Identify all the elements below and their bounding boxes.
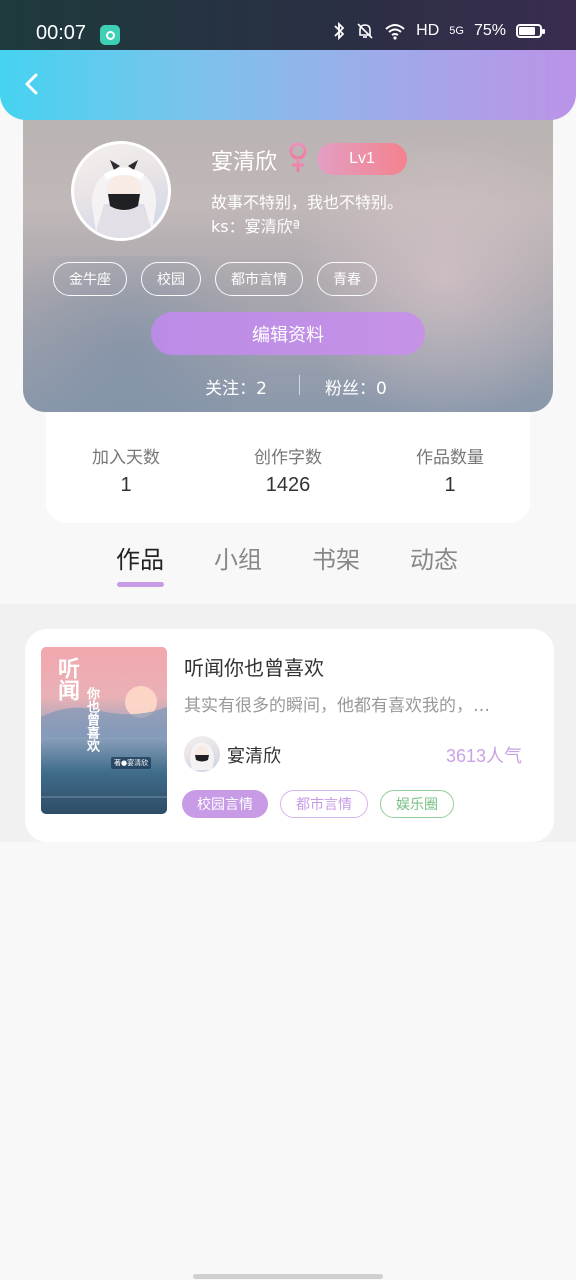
author-avatar-image <box>190 742 214 770</box>
work-tags: 校园言情 都市言情 娱乐圈 <box>182 790 454 818</box>
works-list: 听闻 你也曾喜欢 著●宴清欣 听闻你也曾喜欢 其实有很多的瞬间，他都有喜欢我的，… <box>0 604 576 842</box>
popularity-unit: 人气 <box>486 746 522 767</box>
author-avatar[interactable] <box>184 736 220 772</box>
header-bar <box>0 50 576 120</box>
profile-tag[interactable]: 金牛座 <box>53 262 127 296</box>
stats-card: 加入天数 1 创作字数 1426 作品数量 1 <box>46 405 530 523</box>
stat-works-count: 作品数量 1 <box>370 443 530 497</box>
cover-title-large: 听闻 <box>54 657 79 701</box>
cover-author: 著●宴清欣 <box>111 757 152 769</box>
status-icons: HD 5G 75% <box>332 22 545 40</box>
tab-bookshelf[interactable]: 书架 <box>312 540 360 575</box>
work-tag[interactable]: 娱乐圈 <box>380 790 454 818</box>
profile-tags: 金牛座 校园 都市言情 青春 <box>53 262 377 296</box>
cover-title-small: 你也曾喜欢 <box>84 687 99 752</box>
stat-join-days: 加入天数 1 <box>46 443 206 497</box>
profile-tag[interactable]: 校园 <box>141 262 201 296</box>
mute-icon <box>357 23 373 39</box>
stat-word-count: 创作字数 1426 <box>208 443 368 497</box>
wifi-icon <box>385 24 405 40</box>
work-tag[interactable]: 校园言情 <box>182 790 268 818</box>
signal-strength: 5G <box>449 25 464 37</box>
divider <box>299 375 300 395</box>
bluetooth-icon <box>334 22 345 40</box>
nickname: 宴清欣 <box>211 150 278 175</box>
bio-text: 故事不特别，我也不特别。 <box>211 193 404 212</box>
tab-indicator <box>117 582 164 587</box>
follow-stats: 关注：2 粉丝：0 <box>23 372 553 399</box>
stat-label: 加入天数 <box>92 448 160 468</box>
work-title[interactable]: 听闻你也曾喜欢 <box>184 652 324 681</box>
followers-count[interactable]: 粉丝：0 <box>325 374 387 399</box>
status-time: 00:07 <box>36 22 87 44</box>
level-badge: Lv1 <box>317 143 407 175</box>
following-count[interactable]: 关注：2 <box>205 374 267 399</box>
tab-groups[interactable]: 小组 <box>214 540 262 575</box>
tab-works[interactable]: 作品 <box>116 540 164 575</box>
battery-icon <box>516 24 545 38</box>
network-type: HD <box>416 22 440 39</box>
home-indicator <box>193 1274 383 1279</box>
book-cover[interactable]: 听闻 你也曾喜欢 著●宴清欣 <box>41 647 167 814</box>
tab-bar: 作品 小组 书架 动态 <box>0 538 576 598</box>
profile-tag[interactable]: 青春 <box>317 262 377 296</box>
message-app-icon <box>100 25 120 45</box>
profile-tag[interactable]: 都市言情 <box>215 262 303 296</box>
edit-profile-button[interactable]: 编辑资料 <box>151 312 425 355</box>
author-name[interactable]: 宴清欣 <box>227 742 281 768</box>
work-tag[interactable]: 都市言情 <box>280 790 368 818</box>
profile-card: 宴清欣 Lv1 故事不特别，我也不特别。 ks：宴清欣ª 金牛座 校园 都市言情… <box>23 116 553 412</box>
avatar[interactable] <box>71 141 171 241</box>
female-icon <box>289 142 307 172</box>
stat-value: 1 <box>120 474 132 496</box>
work-card[interactable]: 听闻 你也曾喜欢 著●宴清欣 听闻你也曾喜欢 其实有很多的瞬间，他都有喜欢我的，… <box>25 629 554 842</box>
stat-value: 1426 <box>265 474 311 496</box>
popularity-value: 3613 <box>445 746 486 766</box>
popularity-count: 3613人气 <box>446 742 522 768</box>
work-description: 其实有很多的瞬间，他都有喜欢我的，… <box>184 696 490 716</box>
ks-id: ks：宴清欣ª <box>211 217 301 236</box>
stat-label: 创作字数 <box>254 448 322 468</box>
stat-label: 作品数量 <box>416 448 484 468</box>
tab-activity[interactable]: 动态 <box>410 540 458 575</box>
stat-value: 1 <box>444 474 456 496</box>
battery-percent: 75% <box>473 22 506 39</box>
avatar-image <box>91 160 157 238</box>
back-icon[interactable] <box>18 70 46 98</box>
